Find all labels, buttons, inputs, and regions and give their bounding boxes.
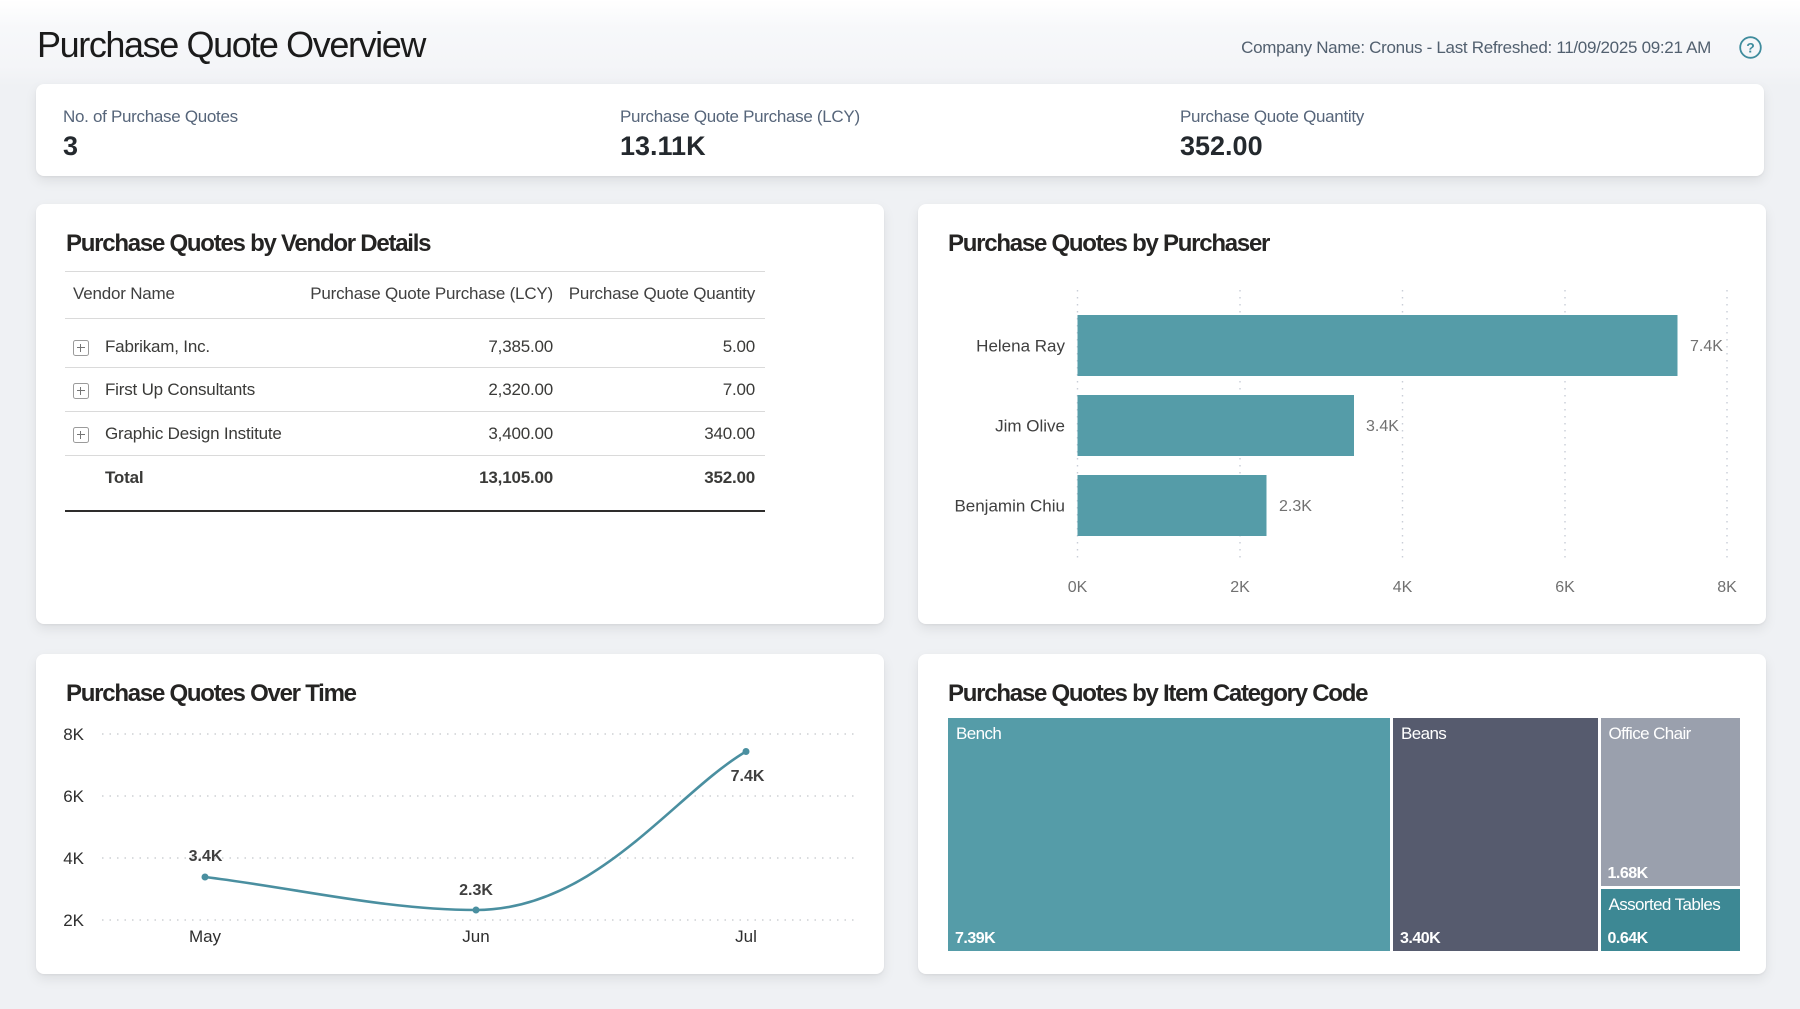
svg-text:6K: 6K [63,787,84,806]
svg-text:4K: 4K [63,849,84,868]
svg-text:8K: 8K [1717,579,1737,596]
svg-text:7.4K: 7.4K [731,768,765,785]
svg-text:2K: 2K [1230,579,1250,596]
svg-text:7.4K: 7.4K [1690,338,1723,355]
svg-text:3.4K: 3.4K [1366,418,1399,435]
svg-text:Jim Olive: Jim Olive [995,417,1065,436]
svg-text:8K: 8K [63,725,84,744]
svg-text:Benjamin Chiu: Benjamin Chiu [954,497,1065,516]
svg-text:2.3K: 2.3K [459,882,493,899]
svg-text:6K: 6K [1555,579,1575,596]
svg-text:2.3K: 2.3K [1279,498,1312,515]
svg-text:0K: 0K [1068,579,1088,596]
svg-text:2K: 2K [63,911,84,930]
svg-text:Jul: Jul [735,927,757,946]
svg-text:Jun: Jun [462,927,489,946]
svg-text:?: ? [1746,40,1755,56]
svg-text:Helena Ray: Helena Ray [976,337,1065,356]
svg-text:4K: 4K [1393,579,1413,596]
svg-text:May: May [189,927,222,946]
svg-text:3.4K: 3.4K [189,848,223,865]
